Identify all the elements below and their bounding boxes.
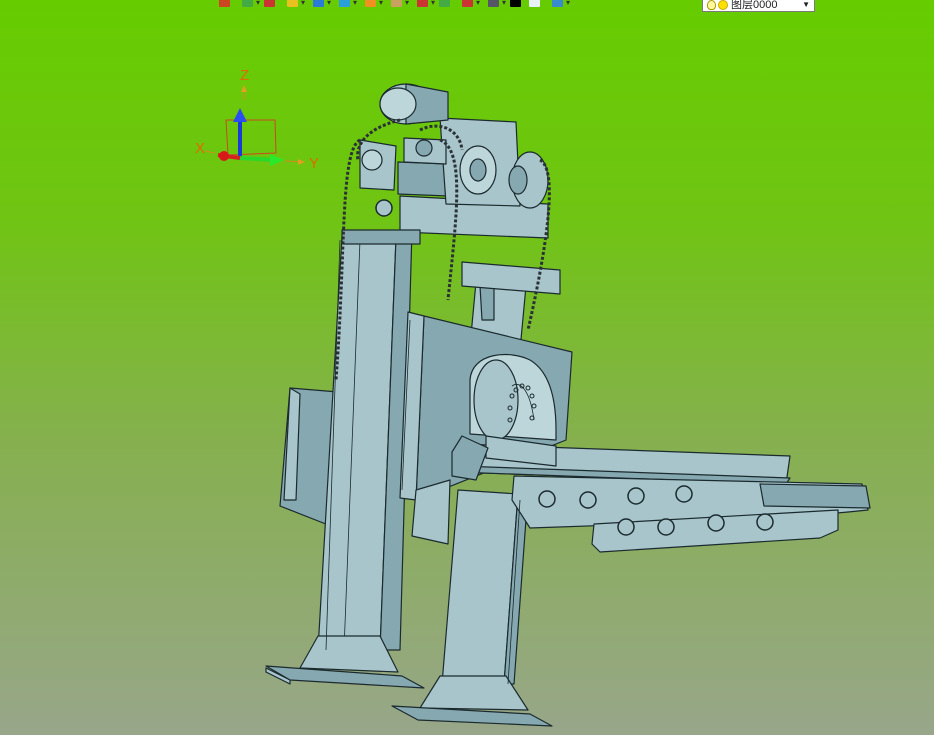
axis-x-label: X (195, 140, 205, 157)
axis-z-label: Z (240, 67, 249, 84)
machine-model[interactable] (265, 83, 871, 727)
axis-triad: Z Y X (195, 67, 319, 172)
cad-viewport[interactable]: .m { fill:#a7c5cb; stroke:#1b2a2e; strok… (0, 0, 934, 735)
left-foot (299, 635, 399, 673)
axis-y-label: Y (309, 155, 319, 172)
